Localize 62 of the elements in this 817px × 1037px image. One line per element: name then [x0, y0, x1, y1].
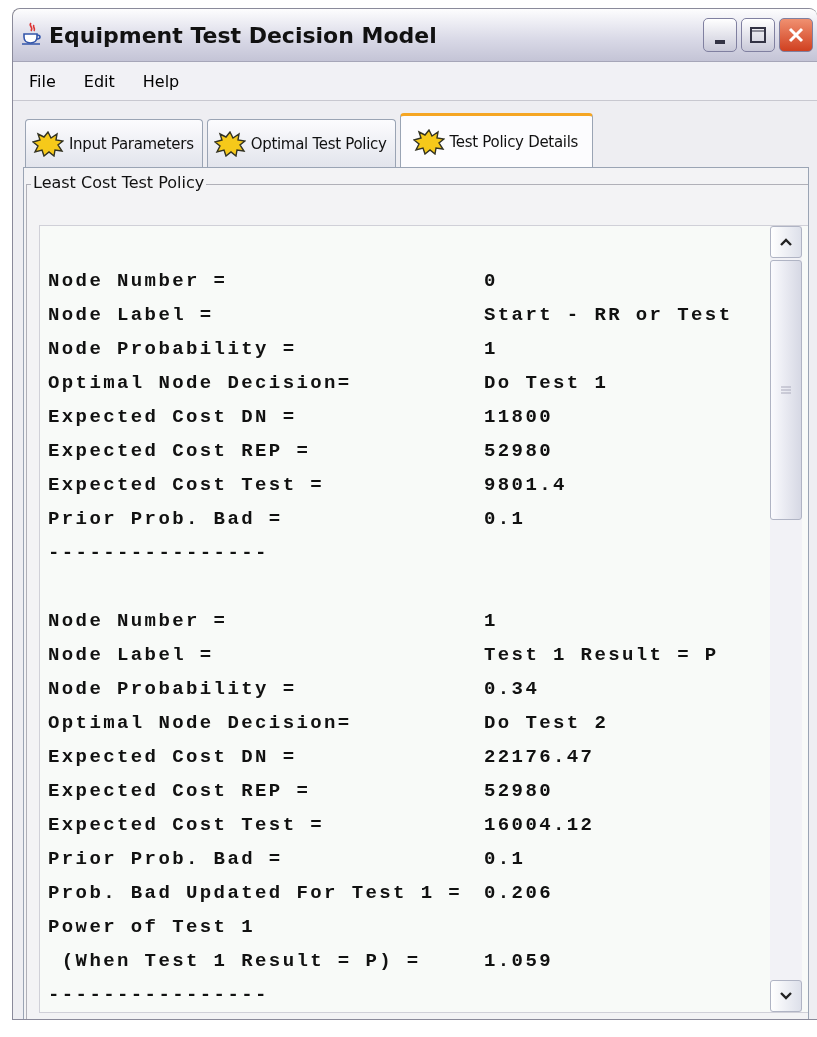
field-label: Prob. Bad Updated For Test 1 = — [48, 881, 464, 906]
grip-icon — [781, 385, 791, 395]
field-label: Node Probability = — [48, 677, 298, 702]
field-value: 0.1 — [484, 507, 526, 532]
tab[interactable]: Input Parameters — [25, 119, 203, 167]
field-value: 1 — [484, 609, 498, 634]
field-label: Expected Cost DN = — [48, 745, 298, 770]
separator-text: ---------------- — [48, 983, 269, 1008]
tab[interactable]: Optimal Test Policy — [206, 119, 396, 167]
field-value: 11800 — [484, 405, 553, 430]
field-label: Expected Cost Test = — [48, 813, 326, 838]
field-label: Prior Prob. Bad = — [48, 507, 284, 532]
field-label: Prior Prob. Bad = — [48, 847, 284, 872]
scroll-down-button[interactable] — [770, 980, 802, 1012]
field-value: 22176.47 — [484, 745, 595, 770]
menu-item[interactable]: File — [29, 71, 56, 91]
star-burst-icon — [213, 130, 246, 157]
field-label: Expected Cost REP = — [48, 439, 312, 464]
scroll-thumb[interactable] — [770, 260, 802, 520]
field-value: 1 — [484, 337, 498, 362]
field-label: Expected Cost Test = — [48, 473, 326, 498]
field-value: Start - RR or Test — [484, 303, 733, 328]
field-value: 1.059 — [484, 949, 553, 974]
scroll-up-button[interactable] — [770, 226, 802, 258]
tab[interactable]: Test Policy Details — [399, 113, 594, 167]
separator-text: ---------------- — [48, 541, 269, 566]
field-label: Node Label = — [48, 303, 215, 328]
maximize-icon — [749, 26, 767, 44]
field-value: Test 1 Result = P — [484, 643, 719, 668]
maximize-button[interactable] — [741, 18, 775, 52]
field-label: Node Number = — [48, 609, 229, 634]
star-burst-icon — [32, 130, 64, 157]
coffee-cup-icon — [21, 22, 43, 48]
field-label: Node Number = — [48, 269, 229, 294]
field-value: 0.1 — [484, 847, 526, 872]
field-label: Optimal Node Decision= — [48, 711, 353, 736]
star-burst-icon — [412, 128, 445, 155]
field-value: 52980 — [484, 439, 553, 464]
menu-item[interactable]: Help — [142, 71, 180, 91]
minimize-icon — [715, 40, 725, 44]
minimize-button[interactable] — [703, 18, 737, 52]
field-value: Do Test 2 — [484, 711, 609, 736]
close-icon — [787, 26, 805, 44]
field-value: 9801.4 — [484, 473, 567, 498]
field-value: Do Test 1 — [484, 371, 609, 396]
field-label: Expected Cost DN = — [48, 405, 298, 430]
menu-item[interactable]: Edit — [83, 71, 115, 91]
field-label: Node Label = — [48, 643, 215, 668]
field-value: 0 — [484, 269, 498, 294]
field-label: (When Test 1 Result = P) = — [60, 949, 422, 974]
field-label: Optimal Node Decision= — [48, 371, 353, 396]
field-value: 16004.12 — [484, 813, 595, 838]
field-value: 0.34 — [484, 677, 540, 702]
close-button[interactable] — [779, 18, 813, 52]
group-title: Least Cost Test Policy — [31, 173, 207, 192]
scrollbar[interactable] — [770, 226, 802, 1012]
field-label: Node Probability = — [48, 337, 298, 362]
field-label: Power of Test 1 — [48, 915, 256, 940]
window-title: Equipment Test Decision Model — [49, 22, 438, 48]
field-value: 0.206 — [484, 881, 553, 906]
field-label: Expected Cost REP = — [48, 779, 312, 804]
field-value: 52980 — [484, 779, 553, 804]
